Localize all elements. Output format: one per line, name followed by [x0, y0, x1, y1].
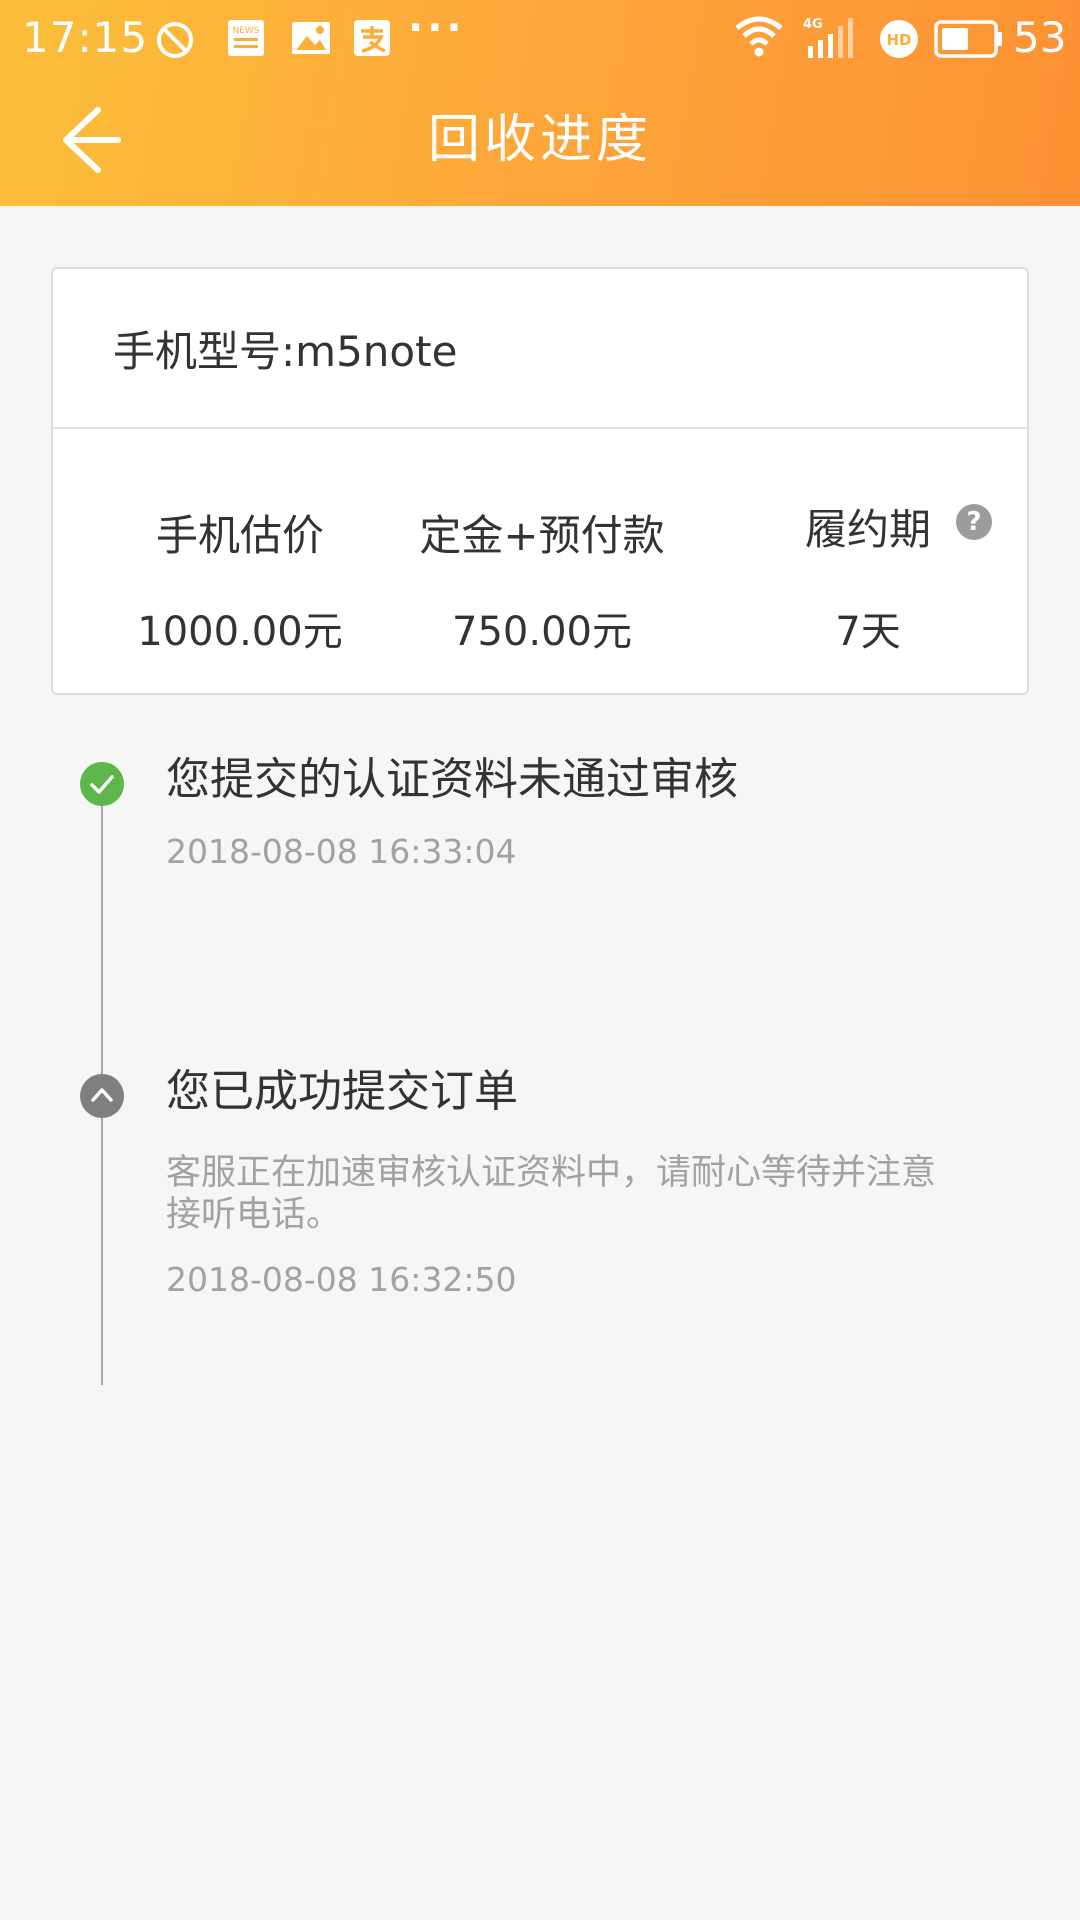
more-dots-icon: ··· [408, 5, 466, 51]
page-title: 回收进度 [427, 110, 652, 170]
wifi-icon [735, 16, 783, 57]
order-summary-card: 手机型号:m5note 手机估价 1000.00元 定金+预付款 750.00元… [51, 267, 1029, 695]
hd-icon: HD [880, 20, 918, 58]
performance-period-value: 7天 [835, 609, 901, 655]
battery-icon [934, 20, 1002, 58]
phone-model-label: 手机型号:m5note [113, 327, 458, 376]
news-icon: NEWS [228, 20, 264, 56]
signal-4g-label: 4G [803, 17, 823, 32]
timeline-item-title: 您已成功提交订单 [166, 1066, 518, 1117]
battery-percent: 53 [1013, 13, 1067, 62]
timeline-item-time: 2018-08-08 16:32:50 [166, 1260, 517, 1299]
deposit-value: 750.00元 [452, 609, 632, 655]
estimate-value: 1000.00元 [137, 609, 343, 655]
chevron-up-icon [91, 1088, 113, 1102]
app-header: 17:15 NEWS ··· 4G HD 53 回收进度 [0, 0, 1080, 206]
timeline-item-title: 您提交的认证资料未通过审核 [166, 754, 738, 805]
alipay-icon [354, 20, 390, 56]
status-bar: 17:15 NEWS ··· 4G HD 53 [0, 0, 1080, 76]
image-icon [292, 22, 330, 54]
help-icon[interactable]: ? [956, 504, 992, 540]
timeline-item-time: 2018-08-08 16:33:04 [166, 832, 517, 871]
card-divider [53, 427, 1027, 429]
signal-4g-icon: 4G [803, 17, 853, 58]
status-time: 17:15 [22, 13, 149, 62]
estimate-column: 手机估价 1000.00元 [80, 509, 400, 659]
deposit-label: 定金+预付款 [419, 511, 665, 560]
timeline-item-description: 客服正在加速审核认证资料中，请耐心等待并注意接听电话。 [166, 1153, 937, 1235]
block-icon [157, 22, 193, 58]
timeline-dot-completed [80, 762, 124, 806]
timeline-dot-past [80, 1074, 124, 1118]
estimate-label: 手机估价 [155, 511, 324, 560]
check-icon [90, 775, 114, 794]
news-icon-label: NEWS [232, 26, 259, 36]
deposit-column: 定金+预付款 750.00元 [382, 509, 702, 659]
hd-icon-label: HD [886, 31, 911, 49]
